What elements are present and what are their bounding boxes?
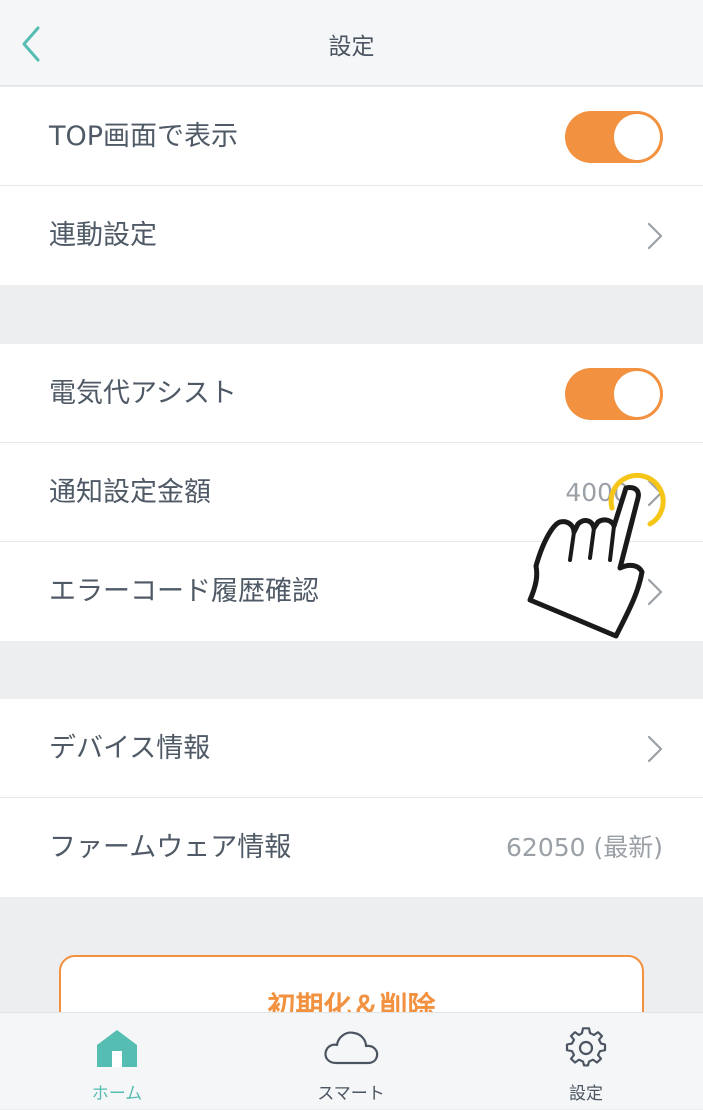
- setting-label: 連動設定: [49, 220, 157, 251]
- setting-row-electricity-assist: 電気代アシスト: [0, 344, 703, 443]
- settings-section-device: デバイス情報 ファームウェア情報 62050 (最新): [0, 699, 703, 897]
- gear-icon: [565, 1027, 607, 1067]
- chevron-right-icon: [647, 578, 663, 606]
- tab-label: 設定: [569, 1084, 603, 1104]
- toggle-knob: [614, 371, 660, 417]
- tab-label: ホーム: [91, 1084, 143, 1104]
- show-on-top-toggle[interactable]: [565, 111, 663, 163]
- setting-row-error-code-history[interactable]: エラーコード履歴確認: [0, 542, 703, 641]
- tab-smart[interactable]: スマート: [234, 1013, 468, 1110]
- setting-label: エラーコード履歴確認: [49, 576, 319, 607]
- tab-home[interactable]: ホーム: [0, 1013, 234, 1110]
- cloud-icon: [324, 1031, 379, 1065]
- header: 設定: [0, 0, 703, 86]
- firmware-version-value: 62050 (最新): [506, 833, 663, 862]
- settings-section-top: TOP画面で表示 連動設定: [0, 87, 703, 285]
- page-title: 設定: [328, 34, 375, 60]
- tab-bar: ホーム スマート 設定: [0, 1012, 703, 1109]
- chevron-right-icon: [647, 479, 663, 507]
- setting-row-notification-amount[interactable]: 通知設定金額 4000: [0, 443, 703, 542]
- home-icon: [97, 1030, 137, 1067]
- tab-label: スマート: [317, 1084, 385, 1104]
- tab-settings[interactable]: 設定: [469, 1013, 703, 1110]
- notification-amount-value: 4000: [565, 478, 629, 507]
- setting-label: 通知設定金額: [49, 477, 211, 508]
- setting-row-device-info[interactable]: デバイス情報: [0, 699, 703, 798]
- toggle-knob: [614, 114, 660, 160]
- chevron-right-icon: [647, 735, 663, 763]
- setting-label: ファームウェア情報: [49, 832, 292, 863]
- chevron-right-icon: [647, 222, 663, 250]
- setting-row-link-settings[interactable]: 連動設定: [0, 186, 703, 285]
- setting-label: デバイス情報: [49, 733, 211, 764]
- setting-row-firmware-info: ファームウェア情報 62050 (最新): [0, 798, 703, 897]
- electricity-assist-toggle[interactable]: [565, 368, 663, 420]
- setting-row-show-on-top: TOP画面で表示: [0, 87, 703, 186]
- settings-section-electricity: 電気代アシスト 通知設定金額 4000 エラーコード履歴確認: [0, 344, 703, 641]
- setting-label: 電気代アシスト: [49, 378, 237, 409]
- setting-label: TOP画面で表示: [49, 121, 239, 152]
